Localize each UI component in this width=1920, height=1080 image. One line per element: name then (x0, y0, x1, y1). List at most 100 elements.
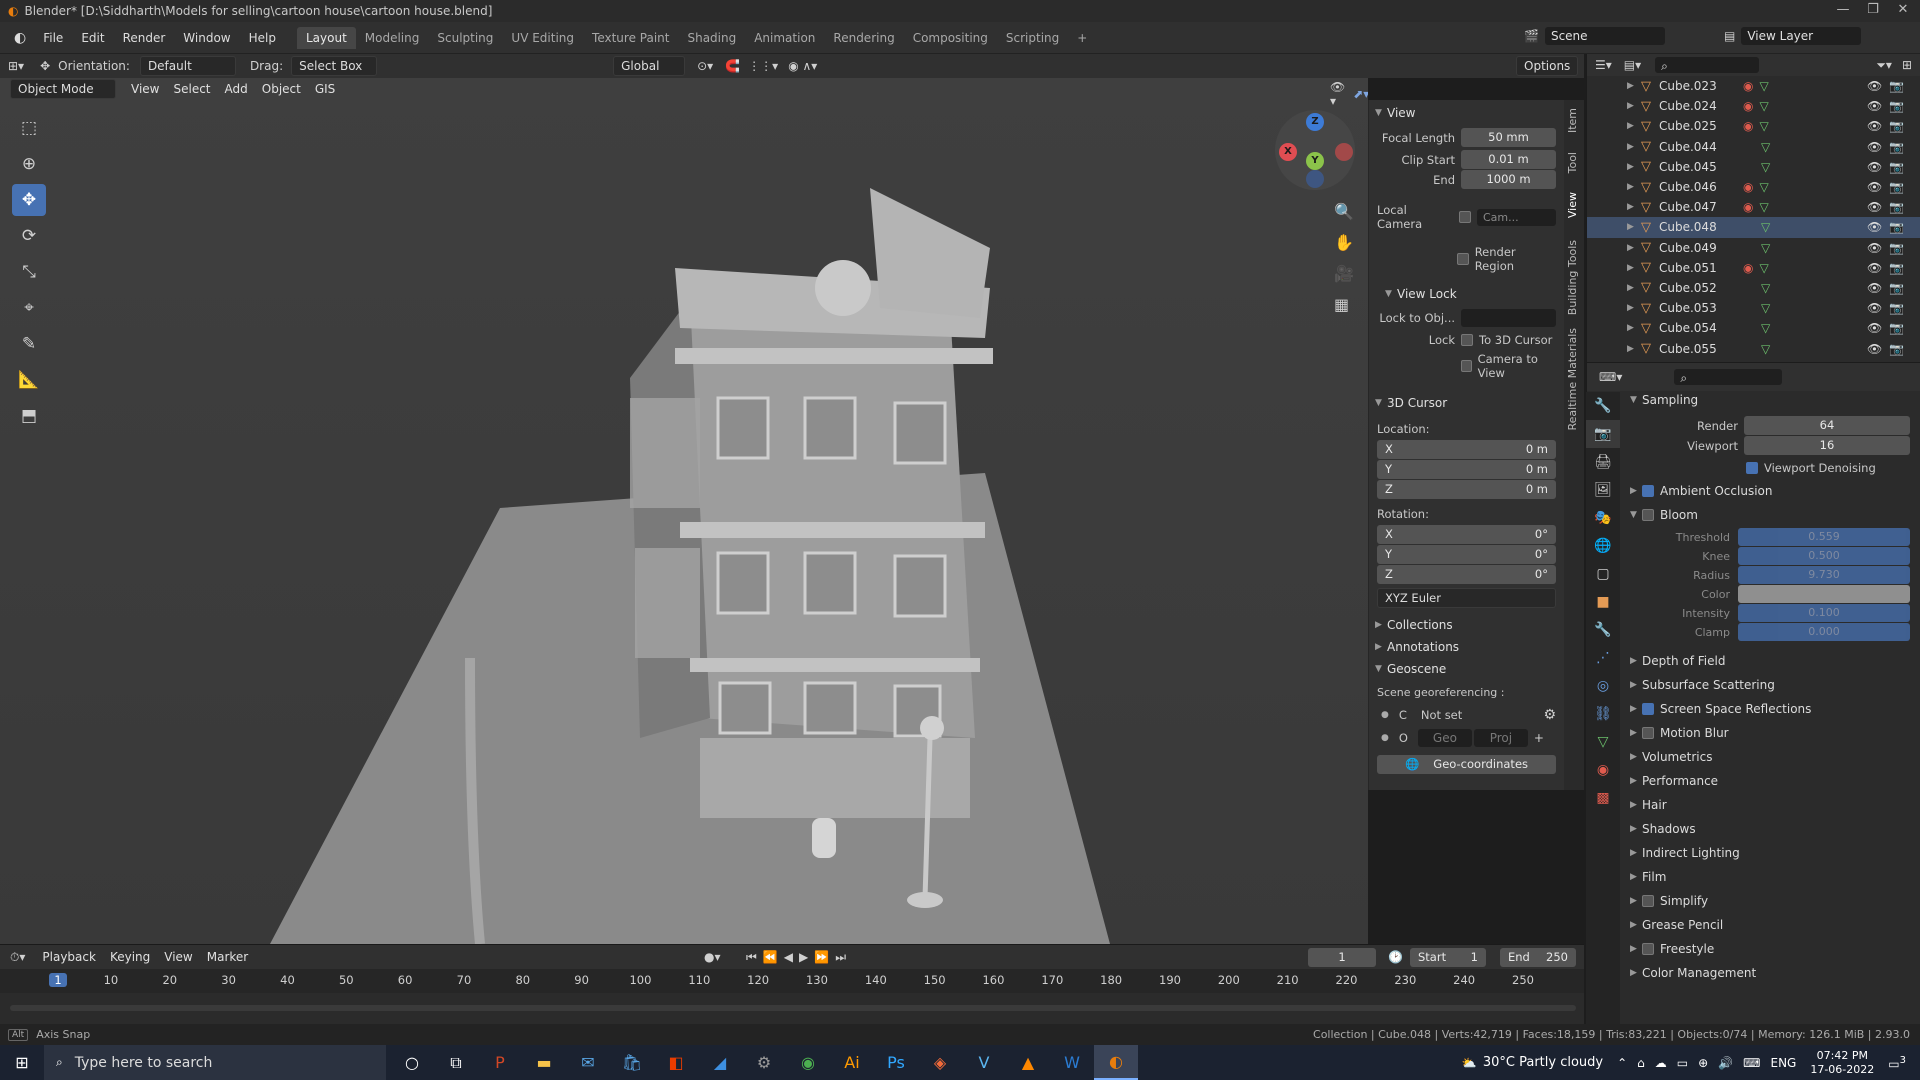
tab-uv-editing[interactable]: UV Editing (502, 27, 583, 49)
outliner-row[interactable]: ▶ ▽ Cube.046 ◉ ▽ 👁 📷 (1587, 177, 1920, 197)
navigation-gizmo[interactable]: Z X Y (1275, 110, 1355, 190)
viewport-samples-field[interactable]: 16 (1744, 436, 1910, 455)
annotations-header[interactable]: ▶ Annotations (1369, 636, 1564, 658)
view-layer-props-icon[interactable]: 🖼 (1586, 476, 1620, 504)
expand-arrow-icon[interactable]: ▶ (1627, 142, 1639, 152)
section-checkbox[interactable] (1642, 943, 1654, 955)
material-props-icon[interactable]: ◉ (1586, 756, 1620, 784)
render-section-header[interactable]: ▶ Grease Pencil (1620, 913, 1920, 937)
tab-tool[interactable]: Tool (1566, 152, 1579, 173)
object-name[interactable]: Cube.048 (1659, 220, 1739, 234)
object-name[interactable]: Cube.052 (1659, 281, 1739, 295)
render-section-header[interactable]: ▶ Film (1620, 865, 1920, 889)
keyboard-icon[interactable]: ⌨ (1743, 1056, 1760, 1070)
outliner-row[interactable]: ▶ ▽ Cube.048 ▽ 👁 📷 (1587, 217, 1920, 238)
outliner-row[interactable]: ▶ ▽ Cube.024 ◉ ▽ 👁 📷 (1587, 96, 1920, 116)
store-icon[interactable]: 🛍 (610, 1045, 654, 1080)
tab-shading[interactable]: Shading (678, 27, 745, 49)
bloom-slider[interactable]: 0.559 (1738, 528, 1910, 546)
bloom-color-swatch[interactable] (1738, 585, 1910, 603)
tool-props-icon[interactable]: 🔧 (1586, 392, 1620, 420)
material-icon[interactable]: ◉ (1743, 180, 1753, 194)
scale-tool-icon[interactable]: ⤡ (12, 256, 46, 288)
expand-arrow-icon[interactable]: ▶ (1627, 101, 1639, 111)
modifier-props-icon[interactable]: 🔧 (1586, 616, 1620, 644)
ortho-grid-icon[interactable]: ▦ (1334, 289, 1354, 320)
geoscene-header[interactable]: ▼ Geoscene (1369, 658, 1564, 680)
snap-target-icon[interactable]: ⋮⋮▾ (748, 59, 778, 73)
object-name[interactable]: Cube.023 (1659, 79, 1739, 93)
lock-3d-cursor-checkbox[interactable] (1461, 334, 1473, 346)
menu-keying[interactable]: Keying (103, 950, 157, 964)
chrome-icon[interactable]: ◉ (786, 1045, 830, 1080)
collection-props-icon[interactable]: ▢ (1586, 560, 1620, 588)
minimize-icon[interactable]: — (1828, 2, 1858, 17)
expand-arrow-icon[interactable]: ▶ (1627, 162, 1639, 172)
material-icon[interactable]: ◉ (1743, 79, 1753, 93)
mesh-data-icon[interactable]: ▽ (1759, 99, 1768, 113)
tab-layout[interactable]: Layout (296, 26, 356, 49)
cursor-tool-icon[interactable]: ⊕ (12, 148, 46, 180)
geo-coordinates-button[interactable]: 🌐 Geo-coordinates (1377, 755, 1556, 774)
add-cube-tool-icon[interactable]: ⬒ (12, 400, 46, 432)
expand-arrow-icon[interactable]: ▶ (1627, 182, 1639, 192)
timeline-track[interactable] (0, 993, 1584, 1023)
render-section-header[interactable]: ▶ Shadows (1620, 817, 1920, 841)
render-section-header[interactable]: ▶ Hair (1620, 793, 1920, 817)
tab-compositing[interactable]: Compositing (904, 27, 997, 49)
mesh-data-icon[interactable]: ▽ (1759, 261, 1768, 275)
menu-marker[interactable]: Marker (200, 950, 255, 964)
transform-tool-icon[interactable]: ⌖ (12, 292, 46, 324)
record-icon[interactable]: ●▾ (704, 950, 721, 964)
visibility-icon[interactable]: 👁▾ (1330, 80, 1345, 108)
cursor-loc-x-field[interactable]: X0 m (1377, 440, 1556, 459)
windows-start-icon[interactable]: ⊞ (0, 1045, 44, 1080)
3d-cursor-header[interactable]: ▼ 3D Cursor (1369, 392, 1564, 414)
outliner-row[interactable]: ▶ ▽ Cube.044 ▽ 👁 📷 (1587, 137, 1920, 157)
bloom-checkbox[interactable] (1642, 509, 1654, 521)
mesh-data-icon[interactable]: ▽ (1761, 140, 1770, 154)
camera-view-icon[interactable]: 🎥 (1334, 258, 1354, 289)
world-props-icon[interactable]: 🌐 (1586, 532, 1620, 560)
annotate-tool-icon[interactable]: ✎ (12, 328, 46, 360)
tab-item[interactable]: Item (1566, 108, 1579, 133)
app-icon-a[interactable]: ◢ (698, 1045, 742, 1080)
object-name[interactable]: Cube.051 (1659, 261, 1739, 275)
expand-arrow-icon[interactable]: ▶ (1627, 81, 1639, 91)
render-camera-icon[interactable]: 📷 (1889, 301, 1904, 315)
mesh-data-icon[interactable]: ▽ (1759, 79, 1768, 93)
mesh-data-icon[interactable]: ▽ (1759, 200, 1768, 214)
bloom-slider[interactable]: 0.500 (1738, 547, 1910, 565)
render-camera-icon[interactable]: 📷 (1889, 160, 1904, 174)
current-frame-field[interactable]: 1 (1308, 947, 1376, 967)
tab-texture-paint[interactable]: Texture Paint (583, 27, 678, 49)
render-camera-icon[interactable]: 📷 (1889, 200, 1904, 214)
display-mode-icon[interactable]: ▤▾ (1624, 58, 1641, 72)
render-camera-icon[interactable]: 📷 (1889, 281, 1904, 295)
expand-arrow-icon[interactable]: ▶ (1627, 323, 1639, 333)
notification-icon[interactable]: ▭3 (1888, 1055, 1906, 1071)
clock[interactable]: 07:42 PM 17-06-2022 (1810, 1049, 1874, 1077)
menu-playback[interactable]: Playback (35, 950, 103, 964)
local-camera-checkbox[interactable] (1459, 211, 1471, 223)
render-camera-icon[interactable]: 📷 (1889, 220, 1904, 234)
gizmo-neg-z-axis[interactable] (1306, 170, 1324, 188)
render-section-header[interactable]: ▶ Subsurface Scattering (1620, 673, 1920, 697)
menu-add[interactable]: Add (218, 82, 255, 96)
gizmo-toggle-icon[interactable]: ⬈▾ (1353, 87, 1368, 101)
physics-props-icon[interactable]: ◎ (1586, 672, 1620, 700)
visibility-eye-icon[interactable]: 👁 (1867, 119, 1882, 133)
collections-header[interactable]: ▶ Collections (1369, 614, 1564, 636)
battery-icon[interactable]: ▭ (1677, 1056, 1688, 1070)
add-workspace-icon[interactable]: + (1068, 27, 1096, 49)
texture-props-icon[interactable]: ▩ (1586, 784, 1620, 812)
material-icon[interactable]: ◉ (1743, 200, 1753, 214)
tab-modeling[interactable]: Modeling (356, 27, 429, 49)
gizmo-x-axis[interactable]: X (1279, 143, 1297, 161)
close-icon[interactable]: ✕ (1888, 2, 1918, 17)
viewport-denoising-checkbox[interactable] (1746, 462, 1758, 474)
outliner-row[interactable]: ▶ ▽ Cube.055 ▽ 👁 📷 (1587, 338, 1920, 358)
proportional-edit-icon[interactable]: ◉ ∧▾ (788, 59, 817, 73)
data-props-icon[interactable]: ▽ (1586, 728, 1620, 756)
material-icon[interactable]: ◉ (1743, 261, 1753, 275)
